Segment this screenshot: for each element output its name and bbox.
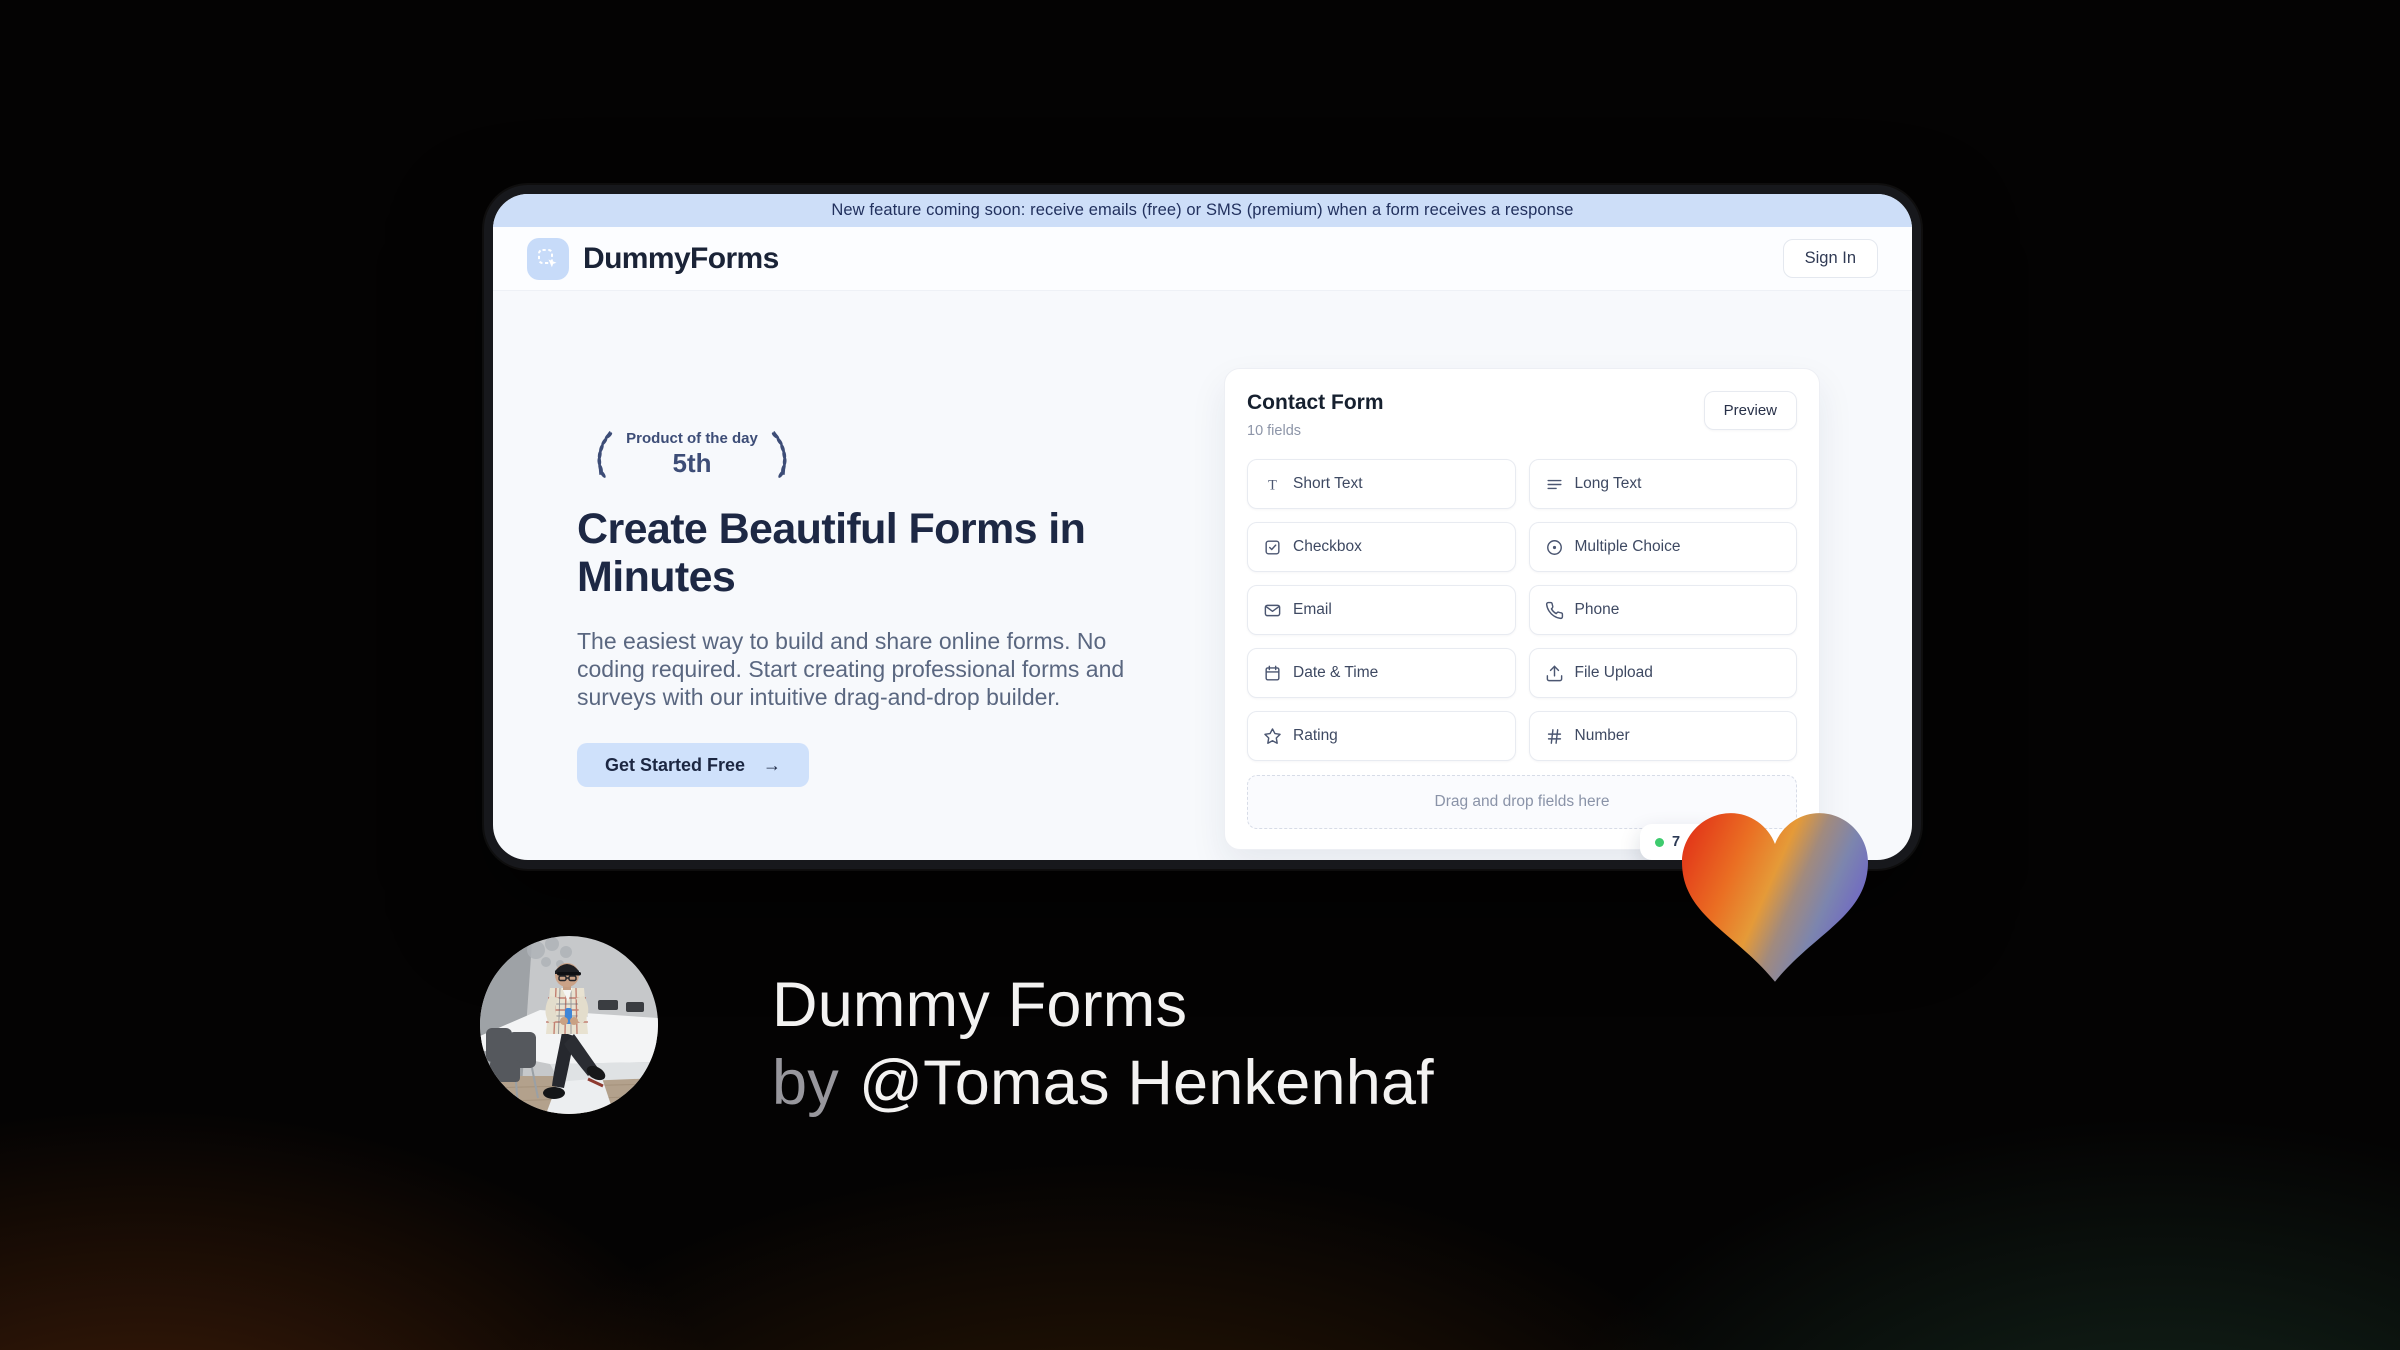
field-type-phone[interactable]: Phone bbox=[1528, 585, 1797, 635]
hero-description: The easiest way to build and share onlin… bbox=[577, 628, 1125, 710]
hero-section: Product of the day 5th Create Beautiful … bbox=[577, 425, 1152, 787]
caption-line1: Dummy Forms bbox=[772, 970, 1188, 1040]
long-text-icon bbox=[1545, 475, 1564, 494]
award-rank: 5th bbox=[672, 447, 712, 478]
cta-label: Get Started Free bbox=[605, 754, 746, 775]
form-builder-card: Contact Form 10 fields Preview T Short T… bbox=[1224, 368, 1820, 850]
envelope-icon bbox=[1263, 601, 1282, 620]
field-count: 10 fields bbox=[1247, 423, 1302, 439]
brand-name: DummyForms bbox=[583, 241, 779, 275]
radio-icon bbox=[1545, 538, 1564, 557]
field-type-date-time[interactable]: Date & Time bbox=[1247, 648, 1516, 698]
form-builder-header: Contact Form 10 fields Preview bbox=[1247, 391, 1797, 439]
form-title: Contact Form bbox=[1247, 391, 1384, 414]
site-header: DummyForms Sign In bbox=[493, 227, 1912, 291]
checkbox-icon bbox=[1263, 538, 1282, 557]
announcement-banner: New feature coming soon: receive emails … bbox=[493, 194, 1912, 227]
star-icon bbox=[1263, 727, 1282, 746]
author-avatar bbox=[480, 936, 658, 1114]
status-badge-text: 7 bbox=[1672, 834, 1681, 850]
calendar-icon bbox=[1263, 664, 1282, 683]
app-screen: New feature coming soon: receive emails … bbox=[493, 194, 1912, 860]
field-type-checkbox[interactable]: Checkbox bbox=[1247, 522, 1516, 572]
logo-tile bbox=[527, 237, 569, 280]
caption-by: by bbox=[772, 1048, 839, 1118]
svg-text:T: T bbox=[1268, 477, 1277, 493]
laurel-right-icon bbox=[771, 430, 787, 478]
field-type-multiple-choice[interactable]: Multiple Choice bbox=[1528, 522, 1797, 572]
arrow-right-icon: → bbox=[763, 754, 782, 775]
brand-logo[interactable]: DummyForms bbox=[527, 237, 779, 280]
short-text-icon: T bbox=[1263, 475, 1282, 494]
promo-caption: Dummy Forms by @Tomas Henkenhaf bbox=[772, 966, 1434, 1122]
preview-button[interactable]: Preview bbox=[1703, 391, 1797, 430]
green-status-dot-icon bbox=[1655, 837, 1664, 847]
field-type-long-text[interactable]: Long Text bbox=[1528, 459, 1797, 509]
sign-in-button[interactable]: Sign In bbox=[1782, 239, 1878, 278]
caption-line2: by @Tomas Henkenhaf bbox=[772, 1044, 1434, 1122]
hash-icon bbox=[1545, 727, 1564, 746]
phone-icon bbox=[1545, 601, 1564, 620]
award-title: Product of the day bbox=[626, 429, 758, 447]
field-type-short-text[interactable]: T Short Text bbox=[1247, 459, 1516, 509]
cursor-select-icon bbox=[538, 248, 557, 267]
field-type-rating[interactable]: Rating bbox=[1247, 711, 1516, 761]
caption-author: @Tomas Henkenhaf bbox=[858, 1048, 1434, 1118]
browser-window: New feature coming soon: receive emails … bbox=[484, 185, 1921, 869]
field-type-email[interactable]: Email bbox=[1247, 585, 1516, 635]
upload-icon bbox=[1545, 664, 1564, 683]
field-type-file-upload[interactable]: File Upload bbox=[1528, 648, 1797, 698]
field-type-number[interactable]: Number bbox=[1528, 711, 1797, 761]
get-started-button[interactable]: Get Started Free → bbox=[577, 743, 810, 787]
announcement-text: New feature coming soon: receive emails … bbox=[831, 201, 1574, 219]
hero-heading: Create Beautiful Forms in Minutes bbox=[577, 505, 1086, 601]
gradient-heart-icon bbox=[1682, 813, 1868, 982]
field-type-grid: T Short Text Long Text Checkbox Multiple… bbox=[1247, 459, 1797, 761]
laurel-left-icon bbox=[597, 430, 613, 478]
product-of-the-day-badge: Product of the day 5th bbox=[577, 425, 807, 483]
